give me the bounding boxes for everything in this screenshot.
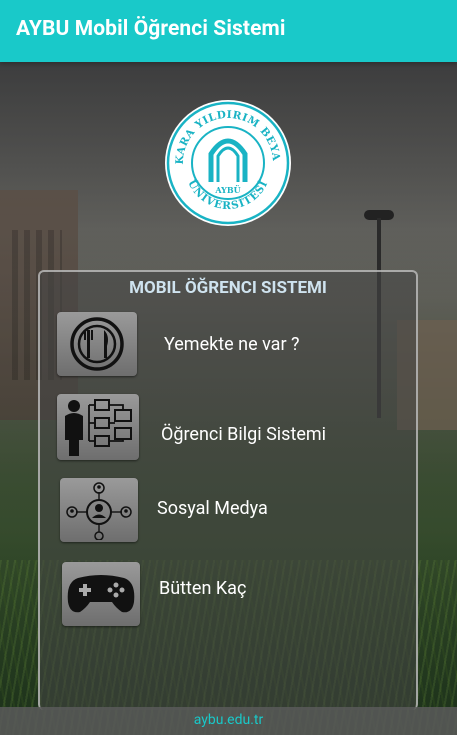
menu-label-yemek: Yemekte ne var ? bbox=[164, 334, 300, 355]
app-bar: AYBU Mobil Öğrenci Sistemi bbox=[0, 0, 457, 62]
logo-center-text: AYBÜ bbox=[214, 185, 240, 195]
menu-label-sosyal: Sosyal Medya bbox=[157, 498, 268, 519]
panel-title: MOBIL ÖĞRENCI SISTEMI bbox=[129, 278, 327, 298]
menu-label-butten: Bütten Kaç bbox=[159, 578, 247, 599]
menu-item-yemek[interactable]: Yemekte ne var ? bbox=[40, 312, 416, 382]
footer-link[interactable]: aybu.edu.tr bbox=[194, 712, 263, 728]
footer-bar: aybu.edu.tr bbox=[0, 707, 457, 735]
main-menu-panel: MOBIL ÖĞRENCI SISTEMI Yemekte ne var ? Ö… bbox=[38, 270, 418, 710]
menu-label-obs: Öğrenci Bilgi Sistemi bbox=[161, 424, 327, 445]
gamepad-icon bbox=[62, 562, 140, 626]
menu-item-obs[interactable]: Öğrenci Bilgi Sistemi bbox=[40, 394, 416, 464]
social-network-icon bbox=[60, 478, 138, 542]
plate-fork-knife-icon bbox=[57, 312, 137, 376]
menu-item-sosyal[interactable]: Sosyal Medya bbox=[40, 478, 416, 548]
menu-item-butten[interactable]: Bütten Kaç bbox=[40, 562, 416, 632]
university-logo: ANKARA YILDIRIM BEYAZIT ÜNİVERSİTESİ AYB… bbox=[163, 98, 291, 226]
app-title: AYBU Mobil Öğrenci Sistemi bbox=[16, 17, 286, 41]
student-info-system-icon bbox=[57, 394, 139, 460]
